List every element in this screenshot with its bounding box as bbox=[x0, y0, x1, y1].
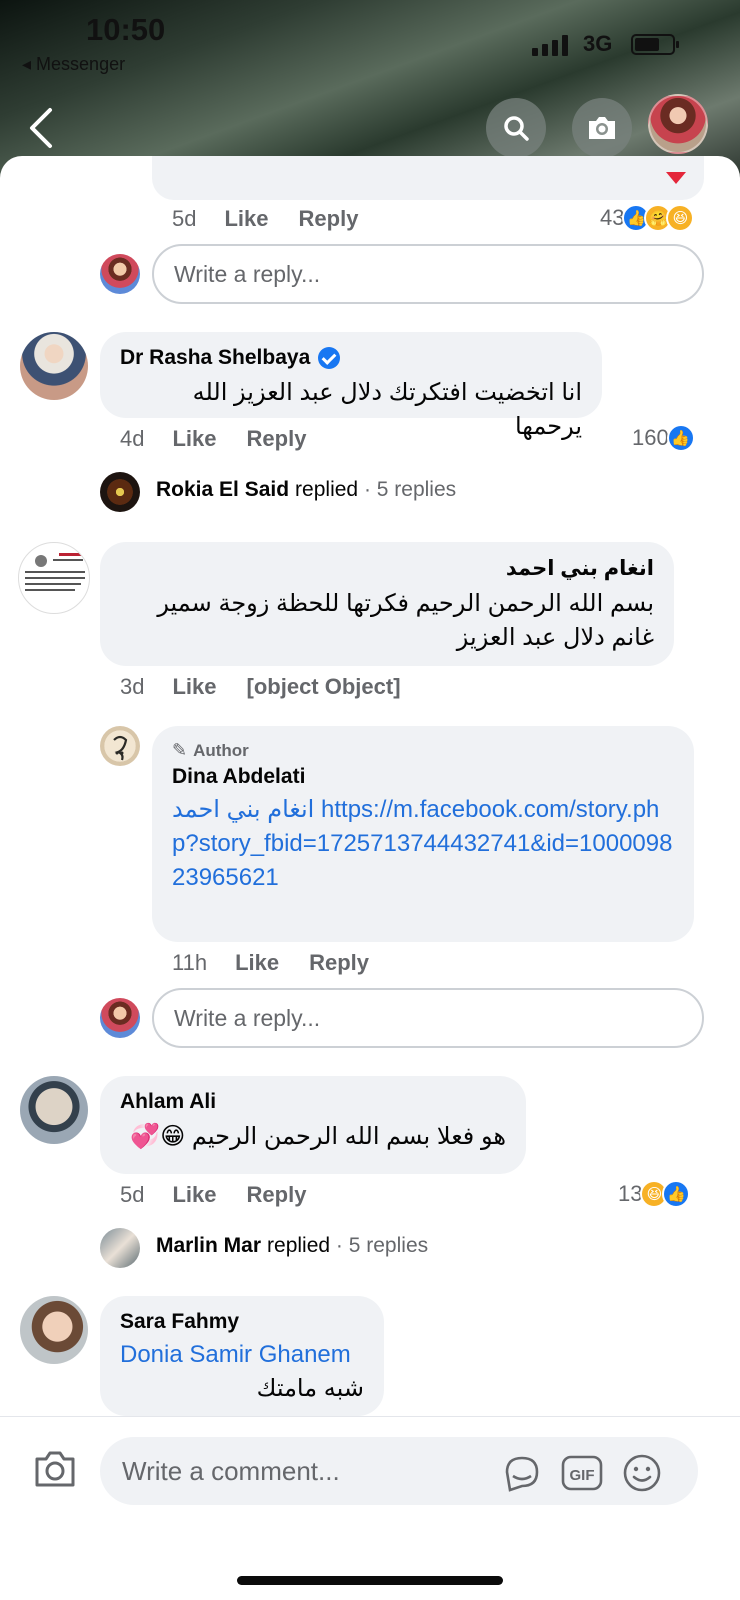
avatar[interactable] bbox=[20, 1296, 88, 1364]
comment-input[interactable]: Write a comment... GIF bbox=[100, 1437, 698, 1505]
reply-input[interactable]: Write a reply... bbox=[152, 988, 704, 1048]
comment-text: بسم الله الرحمن الرحيم فكرتها للحظة زوجة… bbox=[157, 590, 654, 651]
camera-icon bbox=[589, 117, 615, 139]
network-type: 3G bbox=[583, 31, 613, 56]
like-reaction-icon: 👍 bbox=[666, 424, 695, 452]
comment-bubble: Dr Rasha Shelbaya انا اتخضيت افتكرتك دلا… bbox=[100, 332, 602, 440]
comment-text: شبه مامتك bbox=[256, 1375, 364, 1402]
reply-count: · 5 replies bbox=[335, 1234, 429, 1257]
comment-bubble: Sara Fahmy Donia Samir Ghanem شبه مامتك bbox=[100, 1296, 384, 1416]
reply-link[interactable]: Reply bbox=[299, 206, 359, 232]
previous-comment-bubble bbox=[152, 156, 704, 200]
replied-verb: replied bbox=[295, 478, 359, 501]
camera-button[interactable] bbox=[32, 1449, 78, 1491]
commenter-name[interactable]: Dr Rasha Shelbaya bbox=[120, 346, 310, 370]
clock: 10:50 bbox=[86, 12, 166, 47]
like-reaction-icon: 👍 bbox=[662, 1180, 691, 1208]
reply-link[interactable]: Reply bbox=[247, 426, 307, 452]
camera-button[interactable] bbox=[572, 98, 632, 158]
mention-link[interactable]: Donia Samir Ghanem bbox=[120, 1338, 364, 1372]
comment-bubble: Ahlam Ali هو فعلا بسم الله الرحمن الرحيم… bbox=[100, 1076, 526, 1174]
comment-actions: 4d Like Reply bbox=[120, 426, 336, 452]
comment-actions: 5d Like Reply bbox=[172, 206, 388, 232]
home-indicator bbox=[237, 1576, 503, 1585]
commenter-name[interactable]: Sara Fahmy bbox=[120, 1310, 364, 1334]
comment-actions: 5d Like Reply bbox=[120, 1182, 336, 1208]
chevron-left-icon bbox=[30, 108, 52, 148]
status-bar: 10:50 ◂ Messenger 3G bbox=[0, 0, 740, 90]
commenter-name[interactable]: Dina Abdelati bbox=[172, 765, 674, 789]
search-icon bbox=[504, 116, 529, 141]
search-button[interactable] bbox=[486, 98, 546, 158]
commenter-name[interactable]: انغام بني احمد bbox=[120, 556, 654, 581]
gif-label: GIF bbox=[570, 1467, 595, 1484]
like-link[interactable]: Like bbox=[224, 206, 268, 232]
comment-composer: Write a comment... GIF bbox=[0, 1416, 740, 1600]
haha-reaction-icon: 😆 bbox=[666, 204, 695, 232]
avatar bbox=[100, 998, 140, 1038]
reply-link[interactable]: Reply bbox=[247, 1182, 307, 1208]
comment-time: 3d bbox=[120, 674, 145, 699]
comment-time: 5d bbox=[120, 1182, 145, 1207]
emoji-button[interactable] bbox=[620, 1451, 664, 1495]
signal-icon bbox=[532, 34, 568, 56]
reply-link[interactable]: Reply bbox=[309, 950, 369, 976]
replier-name: Rokia El Said bbox=[156, 478, 290, 501]
reaction-summary[interactable]: 43 👍 🤗 😆 bbox=[600, 204, 695, 232]
profile-avatar[interactable] bbox=[648, 94, 708, 154]
avatar[interactable] bbox=[20, 332, 88, 400]
camera-icon bbox=[35, 1451, 75, 1487]
battery-icon bbox=[631, 34, 679, 55]
gif-button[interactable]: GIF bbox=[560, 1451, 604, 1495]
author-badge-icon: ✎ bbox=[172, 740, 188, 760]
avatar-sticker-button[interactable] bbox=[500, 1451, 544, 1495]
avatar[interactable] bbox=[20, 1076, 88, 1144]
reaction-count: 13 bbox=[618, 1181, 643, 1206]
avatar bbox=[100, 254, 140, 294]
reaction-summary[interactable]: 160 👍 bbox=[632, 424, 695, 452]
reply-input[interactable]: Write a reply... bbox=[152, 244, 704, 304]
replied-verb: replied bbox=[267, 1234, 331, 1257]
author-badge: Author bbox=[193, 740, 249, 760]
like-link[interactable]: Like bbox=[172, 674, 216, 700]
replier-name: Marlin Mar bbox=[156, 1234, 262, 1257]
gif-icon: GIF bbox=[561, 1455, 603, 1491]
comment-time: 4d bbox=[120, 426, 145, 451]
mention-link[interactable]: انغام بني احمد bbox=[172, 796, 314, 823]
like-link[interactable]: Like bbox=[172, 1182, 216, 1208]
comment-actions: 3d Like [object Object] bbox=[120, 674, 431, 700]
commenter-name[interactable]: Ahlam Ali bbox=[120, 1090, 506, 1114]
comment-bubble: انغام بني احمد بسم الله الرحمن الرحيم فك… bbox=[100, 542, 674, 666]
reply-count: · 5 replies bbox=[363, 478, 457, 501]
avatar bbox=[100, 472, 140, 512]
reply-link[interactable]: [object Object] bbox=[247, 674, 401, 700]
verified-badge-icon bbox=[318, 347, 341, 369]
back-button[interactable] bbox=[22, 104, 62, 152]
reaction-summary[interactable]: 13 😆 👍 bbox=[618, 1180, 691, 1208]
comment-text: هو فعلا بسم الله الرحمن الرحيم 😁💞 bbox=[130, 1123, 506, 1150]
back-to-messenger-link[interactable]: ◂ Messenger bbox=[22, 54, 125, 75]
reaction-count: 43 bbox=[600, 205, 625, 230]
comments-sheet: 5d Like Reply 43 👍 🤗 😆 Write a reply... … bbox=[0, 156, 740, 1600]
avatar-image bbox=[25, 553, 85, 591]
comment-actions: 11h Like Reply bbox=[172, 950, 399, 976]
comment-time: 11h bbox=[172, 950, 208, 975]
view-replies-link[interactable]: Marlin Mar replied · 5 replies bbox=[156, 1234, 428, 1258]
reaction-count: 160 bbox=[632, 425, 669, 450]
like-link[interactable]: Like bbox=[172, 426, 216, 452]
smiley-icon bbox=[623, 1454, 661, 1492]
reply-bubble: ✎ Author Dina Abdelati انغام بني احمد htt… bbox=[152, 726, 694, 942]
avatar-sticker-icon bbox=[505, 1456, 539, 1492]
avatar-image bbox=[113, 735, 128, 761]
avatar[interactable] bbox=[100, 726, 140, 766]
view-replies-link[interactable]: Rokia El Said replied · 5 replies bbox=[156, 478, 456, 502]
love-reaction-icon bbox=[666, 172, 686, 184]
comment-time: 5d bbox=[172, 206, 197, 231]
comment-placeholder: Write a comment... bbox=[122, 1455, 340, 1486]
avatar bbox=[100, 1228, 140, 1268]
avatar[interactable] bbox=[18, 542, 90, 614]
like-link[interactable]: Like bbox=[235, 950, 279, 976]
